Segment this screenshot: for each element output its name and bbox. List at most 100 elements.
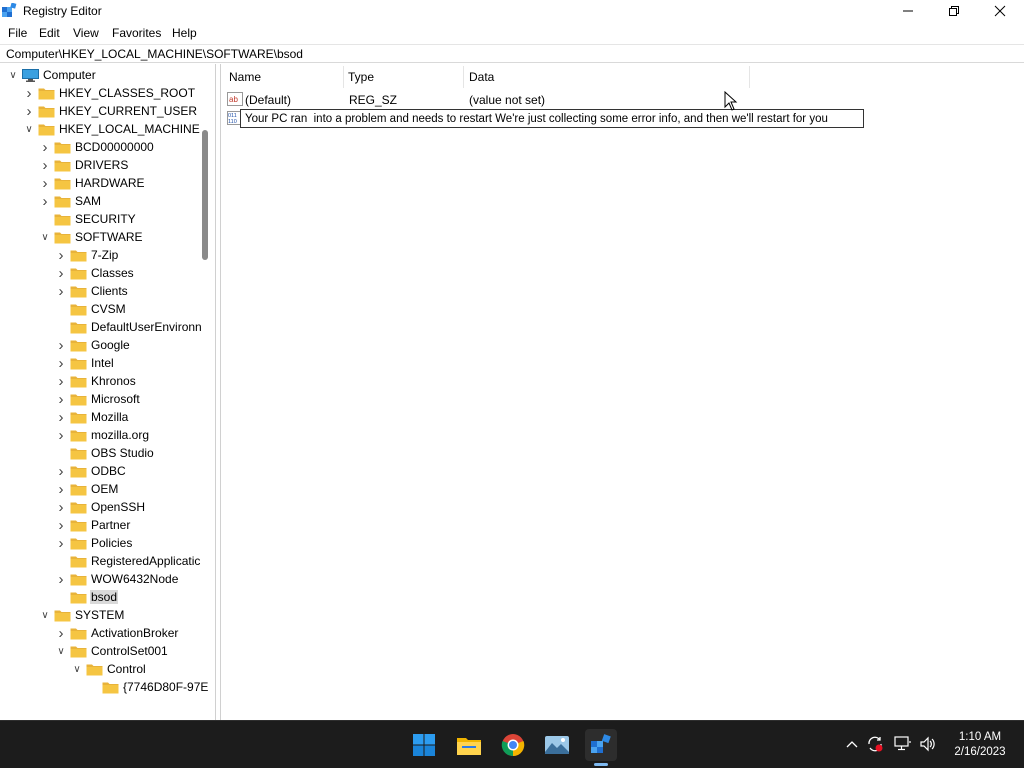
volume-icon[interactable] — [919, 735, 937, 753]
values-pane[interactable]: Name Type Data ab (Default) REG_SZ (valu… — [220, 64, 1024, 720]
start-button[interactable] — [408, 729, 440, 761]
tree-item[interactable]: ∨ ControlSet001 — [54, 642, 169, 660]
column-header-type[interactable]: Type — [348, 70, 374, 84]
restore-button[interactable] — [931, 0, 977, 22]
restore-icon — [949, 6, 959, 16]
column-divider[interactable] — [463, 66, 464, 88]
menu-help[interactable]: Help — [172, 26, 197, 40]
tree-item[interactable]: › DRIVERS — [38, 156, 129, 174]
tree-item[interactable]: bsod — [54, 588, 119, 606]
tree-item[interactable]: › Clients — [54, 282, 129, 300]
chevron-right-icon[interactable]: › — [54, 516, 68, 534]
chevron-right-icon[interactable]: › — [54, 624, 68, 642]
menu-edit[interactable]: Edit — [39, 26, 60, 40]
chevron-right-icon[interactable]: › — [38, 174, 52, 192]
address-path[interactable]: Computer\HKEY_LOCAL_MACHINE\SOFTWARE\bso… — [6, 47, 303, 61]
chevron-right-icon[interactable]: › — [54, 264, 68, 282]
chevron-down-icon[interactable]: ∨ — [6, 66, 20, 84]
chevron-down-icon[interactable]: ∨ — [54, 642, 68, 660]
column-divider[interactable] — [343, 66, 344, 88]
sync-icon[interactable] — [866, 735, 884, 753]
taskbar-file-explorer[interactable] — [453, 729, 485, 761]
tree-item[interactable]: CVSM — [54, 300, 127, 318]
chevron-right-icon[interactable]: › — [38, 156, 52, 174]
chevron-right-icon[interactable]: › — [54, 336, 68, 354]
tree-item[interactable]: › HARDWARE — [38, 174, 146, 192]
tree-vertical-scrollbar[interactable] — [202, 130, 208, 260]
chevron-right-icon[interactable]: › — [54, 498, 68, 516]
tree-item[interactable]: › ODBC — [54, 462, 127, 480]
tree-item[interactable]: › Khronos — [54, 372, 137, 390]
address-bar[interactable]: Computer\HKEY_LOCAL_MACHINE\SOFTWARE\bso… — [0, 44, 1024, 63]
chevron-right-icon[interactable]: › — [54, 426, 68, 444]
tree-item-computer[interactable]: ∨ Computer — [6, 66, 97, 84]
chevron-right-icon[interactable]: › — [54, 534, 68, 552]
tree-item[interactable]: › OpenSSH — [54, 498, 146, 516]
taskbar-clock[interactable]: 1:10 AM 2/16/2023 — [940, 730, 1020, 760]
tree-item[interactable]: ∨ SOFTWARE — [38, 228, 144, 246]
registry-editor-icon — [591, 734, 611, 753]
column-header-data[interactable]: Data — [469, 70, 494, 84]
chevron-right-icon[interactable]: › — [54, 354, 68, 372]
tree-item[interactable]: RegisteredApplicatic — [54, 552, 201, 570]
chevron-down-icon[interactable]: ∨ — [70, 660, 84, 678]
chevron-right-icon[interactable]: › — [22, 84, 36, 102]
taskbar-registry-editor[interactable] — [585, 729, 617, 761]
tree-pane[interactable]: ∨ Computer › HKEY_CLASSES_ROOT › HKEY_CURRE… — [0, 64, 216, 720]
chevron-right-icon[interactable]: › — [22, 102, 36, 120]
chevron-right-icon[interactable]: › — [54, 462, 68, 480]
chevron-right-icon[interactable]: › — [54, 480, 68, 498]
folder-icon — [70, 394, 87, 405]
tree-item[interactable]: ∨ HKEY_LOCAL_MACHINE — [22, 120, 201, 138]
column-header-name[interactable]: Name — [229, 70, 261, 84]
tree-label: ODBC — [91, 464, 126, 478]
menu-favorites[interactable]: Favorites — [112, 26, 161, 40]
close-button[interactable] — [977, 0, 1023, 22]
chevron-right-icon[interactable]: › — [54, 408, 68, 426]
chevron-right-icon[interactable]: › — [54, 246, 68, 264]
tree-item[interactable]: ∨ SYSTEM — [38, 606, 125, 624]
tree-label: HKEY_LOCAL_MACHINE — [59, 122, 200, 136]
chevron-right-icon[interactable]: › — [54, 372, 68, 390]
chevron-down-icon[interactable]: ∨ — [38, 606, 52, 624]
chevron-up-icon[interactable] — [843, 735, 861, 753]
chevron-right-icon[interactable]: › — [54, 570, 68, 588]
chevron-right-icon[interactable]: › — [38, 138, 52, 156]
minimize-button[interactable] — [885, 0, 931, 22]
tree-item[interactable]: › OEM — [54, 480, 119, 498]
tree-item[interactable]: › Google — [54, 336, 131, 354]
menu-file[interactable]: File — [8, 26, 27, 40]
rename-value-input[interactable] — [240, 109, 864, 128]
tree-item[interactable]: › Mozilla — [54, 408, 129, 426]
tree-item[interactable]: › HKEY_CURRENT_USER — [22, 102, 198, 120]
tree-item[interactable]: › mozilla.org — [54, 426, 150, 444]
folder-icon — [70, 340, 87, 351]
tree-item[interactable]: › BCD00000000 — [38, 138, 155, 156]
tree-item[interactable]: › Intel — [54, 354, 115, 372]
folder-icon — [70, 574, 87, 585]
tree-item[interactable]: › Microsoft — [54, 390, 141, 408]
chevron-right-icon[interactable]: › — [54, 282, 68, 300]
tree-item[interactable]: OBS Studio — [54, 444, 155, 462]
tree-item[interactable]: › HKEY_CLASSES_ROOT — [22, 84, 196, 102]
tree-item[interactable]: › 7-Zip — [54, 246, 119, 264]
menu-view[interactable]: View — [73, 26, 99, 40]
taskbar-photos[interactable] — [541, 729, 573, 761]
tree-item[interactable]: › SAM — [38, 192, 102, 210]
chevron-down-icon[interactable]: ∨ — [38, 228, 52, 246]
tree-item[interactable]: ∨ Control — [70, 660, 147, 678]
tree-item[interactable]: SECURITY — [38, 210, 137, 228]
network-icon[interactable] — [894, 735, 912, 753]
tree-item[interactable]: › Classes — [54, 264, 135, 282]
column-divider[interactable] — [749, 66, 750, 88]
tree-item[interactable]: › WOW6432Node — [54, 570, 179, 588]
chevron-right-icon[interactable]: › — [38, 192, 52, 210]
chevron-right-icon[interactable]: › — [54, 390, 68, 408]
tree-item[interactable]: › Partner — [54, 516, 131, 534]
tree-item[interactable]: DefaultUserEnvironn — [54, 318, 203, 336]
tree-item[interactable]: › Policies — [54, 534, 133, 552]
tree-item[interactable]: {7746D80F-97E — [86, 678, 209, 696]
taskbar-chrome[interactable] — [497, 729, 529, 761]
tree-item[interactable]: › ActivationBroker — [54, 624, 179, 642]
chevron-down-icon[interactable]: ∨ — [22, 120, 36, 138]
